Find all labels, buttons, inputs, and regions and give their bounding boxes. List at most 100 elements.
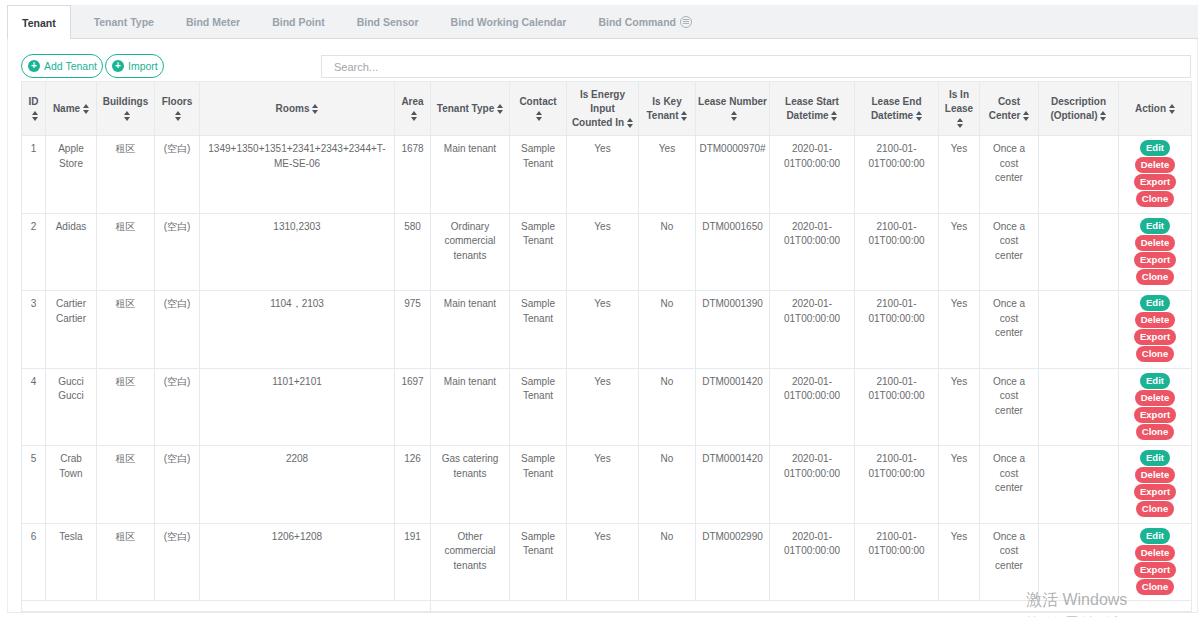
cell-area: 191 xyxy=(395,523,431,601)
tab-label: Bind Point xyxy=(272,16,325,28)
column-header-lease_number[interactable]: Lease Number xyxy=(696,82,770,136)
clone-button[interactable]: Clone xyxy=(1136,424,1174,440)
column-label: Rooms xyxy=(276,103,310,114)
add-tenant-button[interactable]: + Add Tenant xyxy=(21,54,103,78)
export-button[interactable]: Export xyxy=(1134,329,1176,345)
cell-tenant_type: Main tenant xyxy=(431,291,510,369)
cell-value: 2100-01-01T00:00:00 xyxy=(868,221,924,247)
cell-value: Yes xyxy=(659,143,675,154)
cell-value: Other commercial tenants xyxy=(444,531,495,571)
clone-button[interactable]: Clone xyxy=(1136,346,1174,362)
edit-button[interactable]: Edit xyxy=(1140,218,1170,234)
clone-button[interactable]: Clone xyxy=(1136,191,1174,207)
cell-id: 2 xyxy=(22,213,46,291)
search-input[interactable] xyxy=(321,55,1191,78)
cell-id: 4 xyxy=(22,368,46,446)
cell-value: DTM0001650 xyxy=(702,221,763,232)
export-button[interactable]: Export xyxy=(1134,252,1176,268)
cell-value: 6 xyxy=(31,531,37,542)
cell-cost_center: Once a cost center xyxy=(980,523,1039,601)
tab-content-panel: + Add Tenant + Import IDNameBuildingsFlo… xyxy=(7,39,1198,613)
cell-is_in_lease: Yes xyxy=(939,446,980,524)
column-header-tenant_type[interactable]: Tenant Type xyxy=(431,82,510,136)
column-header-contact[interactable]: Contact xyxy=(510,82,567,136)
cell-value: DTM0002990 xyxy=(702,531,763,542)
delete-button[interactable]: Delete xyxy=(1135,235,1176,251)
tab-bind-meter[interactable]: Bind Meter xyxy=(170,5,256,38)
tab-tenant[interactable]: Tenant xyxy=(7,5,71,39)
cell-is_in_lease: Yes xyxy=(939,368,980,446)
edit-button[interactable]: Edit xyxy=(1140,140,1170,156)
delete-button[interactable]: Delete xyxy=(1135,157,1176,173)
toolbar: + Add Tenant + Import xyxy=(8,39,1197,79)
cell-rooms: 1206+1208 xyxy=(200,523,395,601)
cell-lease_number: DTM0001420 xyxy=(696,368,770,446)
delete-button[interactable]: Delete xyxy=(1135,545,1176,561)
cell-value: Sample Tenant xyxy=(521,453,555,479)
column-label: Tenant Type xyxy=(437,103,494,114)
cell-value: 2 xyxy=(31,221,37,232)
column-header-action[interactable]: Action xyxy=(1119,82,1192,136)
cell-value: 1697 xyxy=(401,376,423,387)
column-header-cost_center[interactable]: Cost Center xyxy=(980,82,1039,136)
export-button[interactable]: Export xyxy=(1134,562,1176,578)
import-button[interactable]: + Import xyxy=(105,54,164,78)
export-button[interactable]: Export xyxy=(1134,484,1176,500)
cell-rooms: 1349+1350+1351+2341+2343+2344+T-ME-SE-06 xyxy=(200,136,395,214)
edit-button[interactable]: Edit xyxy=(1140,373,1170,389)
clone-button[interactable]: Clone xyxy=(1136,501,1174,517)
cell-floors: (空白) xyxy=(155,136,200,214)
tab-bind-working-calendar[interactable]: Bind Working Calendar xyxy=(435,5,583,38)
column-header-is_in_lease[interactable]: Is In Lease xyxy=(939,82,980,136)
tab-tenant-type[interactable]: Tenant Type xyxy=(78,5,170,38)
delete-button[interactable]: Delete xyxy=(1135,467,1176,483)
cell-value: Once a cost center xyxy=(987,375,1031,419)
column-header-lease_start_datetime[interactable]: Lease Start Datetime xyxy=(770,82,855,136)
cell-buildings: 租区 xyxy=(97,213,155,291)
cell-value: Once a cost center xyxy=(987,297,1031,341)
cell-value: Sample Tenant xyxy=(521,376,555,402)
sort-icon xyxy=(730,111,737,121)
column-header-buildings[interactable]: Buildings xyxy=(97,82,155,136)
column-header-is_key_tenant[interactable]: Is Key Tenant xyxy=(639,82,696,136)
tab-bind-command[interactable]: Bind Command xyxy=(582,5,708,38)
column-header-area[interactable]: Area xyxy=(395,82,431,136)
cell-is_energy_input_counted_in: Yes xyxy=(567,136,639,214)
column-header-description[interactable]: Description (Optional) xyxy=(1039,82,1119,136)
export-button[interactable]: Export xyxy=(1134,174,1176,190)
cell-value: Gas catering tenants xyxy=(442,453,499,479)
cell-id: 6 xyxy=(22,523,46,601)
cell-value: 1104，2103 xyxy=(270,298,324,309)
tab-bind-sensor[interactable]: Bind Sensor xyxy=(341,5,435,38)
column-header-lease_end_datetime[interactable]: Lease End Datetime xyxy=(855,82,939,136)
cell-lease_start_datetime: 2020-01-01T00:00:00 xyxy=(770,291,855,369)
delete-button[interactable]: Delete xyxy=(1135,312,1176,328)
column-header-is_energy_input_counted_in[interactable]: Is Energy Input Counted In xyxy=(567,82,639,136)
column-header-rooms[interactable]: Rooms xyxy=(200,82,395,136)
cell-description xyxy=(1039,523,1119,601)
cell-value: (空白) xyxy=(164,298,191,309)
column-label: Is In Lease xyxy=(945,89,973,114)
clone-button[interactable]: Clone xyxy=(1136,269,1174,285)
cell-floors: (空白) xyxy=(155,213,200,291)
sort-icon xyxy=(31,111,38,121)
edit-button[interactable]: Edit xyxy=(1140,528,1170,544)
clone-button[interactable]: Clone xyxy=(1136,579,1174,595)
cell-action: EditDeleteExportClone xyxy=(1119,213,1192,291)
edit-button[interactable]: Edit xyxy=(1140,450,1170,466)
cell-is_energy_input_counted_in: Yes xyxy=(567,368,639,446)
export-button[interactable]: Export xyxy=(1134,407,1176,423)
cell-floors: (空白) xyxy=(155,368,200,446)
column-header-name[interactable]: Name xyxy=(46,82,97,136)
table-row: 4Gucci Gucci租区(空白)1101+21011697Main tena… xyxy=(22,368,1192,446)
delete-button[interactable]: Delete xyxy=(1135,390,1176,406)
column-header-floors[interactable]: Floors xyxy=(155,82,200,136)
column-header-id[interactable]: ID xyxy=(22,82,46,136)
column-label: Action xyxy=(1135,103,1166,114)
cell-is_key_tenant: No xyxy=(639,213,696,291)
tab-bind-point[interactable]: Bind Point xyxy=(256,5,341,38)
cell-area: 975 xyxy=(395,291,431,369)
cell-value: 1678 xyxy=(401,143,423,154)
cell-cost_center: Once a cost center xyxy=(980,446,1039,524)
edit-button[interactable]: Edit xyxy=(1140,295,1170,311)
